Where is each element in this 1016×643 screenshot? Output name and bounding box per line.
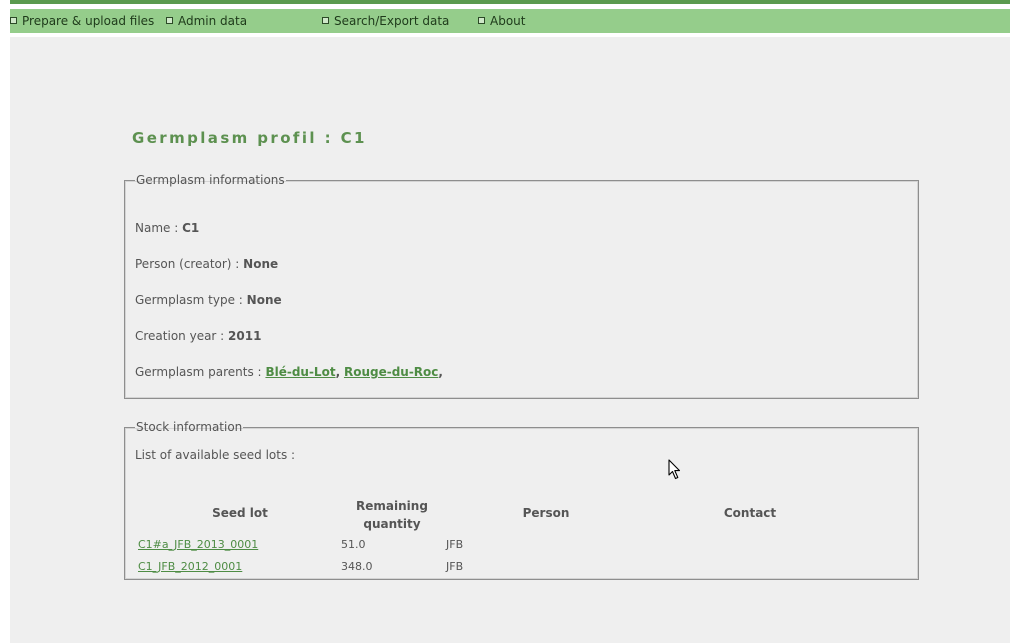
menu-item-prepare-upload[interactable]: Prepare & upload files [10,9,154,33]
column-header-person: Person [522,506,570,520]
menu-item-about[interactable]: About [478,9,525,33]
parent-separator: , [335,365,341,379]
stock-info-legend: Stock information [136,420,243,434]
year-value: 2011 [228,329,262,343]
menu-bullet-icon [322,17,329,24]
quantity-cell: 348.0 [341,560,373,573]
main-menu-bar: Prepare & upload files Admin data Search… [10,9,1010,33]
parent-link[interactable]: Blé-du-Lot [265,365,335,379]
type-row: Germplasm type : None [135,293,282,307]
menu-bullet-icon [10,17,17,24]
person-cell: JFB [446,538,464,551]
name-label: Name : [135,221,179,235]
seed-lot-list-label: List of available seed lots : [135,448,296,462]
table-row: C1_JFB_2012_0001 [138,560,242,573]
quantity-cell: 51.0 [341,538,366,551]
name-row: Name : C1 [135,221,199,235]
name-value: C1 [182,221,200,235]
menu-item-label: Admin data [178,14,248,28]
person-value: None [243,257,279,271]
page-title: Germplasm profil : C1 [132,129,367,147]
germplasm-info-legend: Germplasm informations [136,173,285,187]
menu-item-label: Search/Export data [334,14,450,28]
person-cell: JFB [446,560,464,573]
menu-item-admin-data[interactable]: Admin data [166,9,247,33]
stock-info-fieldset: Stock information List of available seed… [124,420,919,580]
parents-label: Germplasm parents : [135,365,262,379]
type-label: Germplasm type : [135,293,243,307]
table-row: C1#a_JFB_2013_0001 [138,538,258,551]
menu-bullet-icon [478,17,485,24]
germplasm-info-fieldset: Germplasm informations Name : C1 Person … [124,173,919,399]
parent-link[interactable]: Rouge-du-Roc [344,365,438,379]
mouse-pointer-icon [668,459,681,480]
seed-lot-link[interactable]: C1#a_JFB_2013_0001 [138,538,258,551]
person-row: Person (creator) : None [135,257,278,271]
person-label: Person (creator) : [135,257,240,271]
year-label: Creation year : [135,329,225,343]
year-row: Creation year : 2011 [135,329,261,343]
top-accent-strip [10,0,1010,4]
main-content-panel: Germplasm profil : C1 Germplasm informat… [10,37,1010,643]
type-value: None [246,293,282,307]
parent-separator: , [438,365,443,379]
parents-row: Germplasm parents : Blé-du-Lot, Rouge-du… [135,365,443,379]
column-header-contact: Contact [723,506,777,520]
column-header-remaining-line2: quantity [363,517,421,531]
column-header-remaining-line1: Remaining [356,499,428,513]
column-header-seed-lot: Seed lot [212,506,268,520]
menu-item-search-export[interactable]: Search/Export data [322,9,449,33]
menu-item-label: About [490,14,526,28]
seed-lot-link[interactable]: C1_JFB_2012_0001 [138,560,242,573]
menu-bullet-icon [166,17,173,24]
column-header-remaining-quantity: Remaining quantity [347,497,437,533]
menu-item-label: Prepare & upload files [22,14,155,28]
